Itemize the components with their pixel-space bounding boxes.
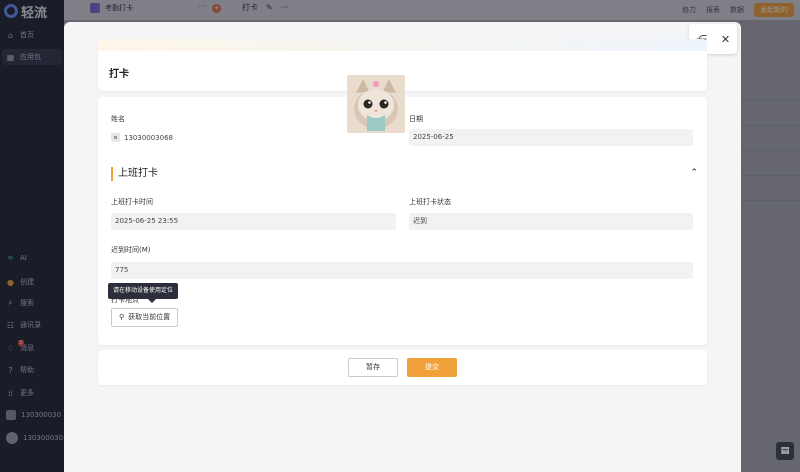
late-time-field[interactable]: 775 [111,262,693,279]
form-card: 姓名 ▪ 13030003068 日期 2025-06-25 上班打卡 ⌃ 上班… [98,97,707,345]
chat-icon[interactable]: ▤ [776,442,794,460]
checkin-time-field[interactable]: 2025-06-25 23:55 [111,213,396,230]
checkin-status-label: 上班打卡状态 [409,198,451,206]
checkin-status-field[interactable]: 迟到 [409,213,693,230]
close-icon[interactable]: ✕ [721,33,730,46]
form-footer: 暂存 提交 [98,350,707,385]
section-title: 上班打卡 [111,167,158,181]
late-time-label: 迟到时间(M) [111,246,151,254]
submit-button[interactable]: 提交 [407,358,457,377]
name-label: 姓名 [111,115,125,123]
user-icon: ▪ [111,133,120,142]
form-title: 打卡 [109,69,129,80]
name-value: ▪ 13030003068 [111,133,173,142]
chevron-up-icon[interactable]: ⌃ [690,168,698,178]
header-stripe [98,39,707,51]
location-tooltip: 请在移动设备使用定位 [108,283,179,303]
checkin-time-label: 上班打卡时间 [111,198,153,206]
checkin-modal: ⋲ ✕ 打卡 姓名 ▪ 13030003068 日期 2025-06-25 上班… [64,22,741,472]
date-field[interactable]: 2025-06-25 [409,129,693,146]
save-draft-button[interactable]: 暂存 [348,358,398,377]
location-pin-icon: ⚲ [119,313,125,321]
cat-photo [347,75,405,133]
get-location-button[interactable]: ⚲ 获取当前位置 [111,308,179,327]
cat-photo-image [347,75,405,133]
date-label: 日期 [409,115,423,123]
